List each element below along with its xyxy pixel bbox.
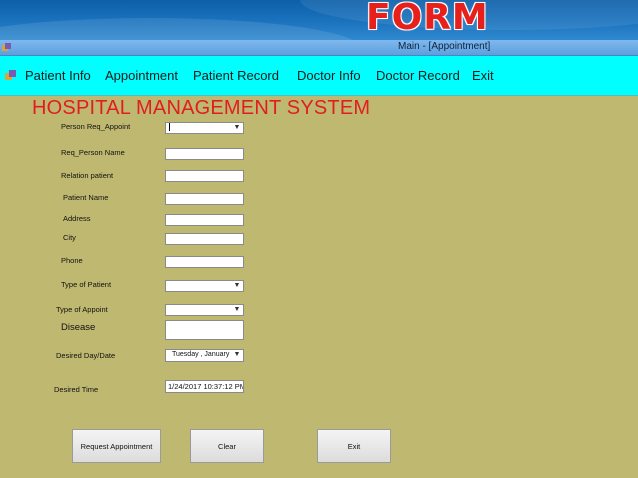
person-req-select[interactable]: ▼ [165,122,244,134]
slide-banner: FORM [0,0,638,40]
phone-label: Phone [61,256,83,265]
window-titlebar[interactable]: Main - [Appointment] [0,40,638,56]
type-of-appoint-label: Type of Appoint [56,305,108,314]
type-of-patient-label: Type of Patient [61,280,112,289]
patient-name-label: Patient Name [63,193,109,202]
req-person-name-label: Req_Person Name [61,148,125,157]
desired-day-picker[interactable]: Tuesday , January ▼ [165,349,244,362]
address-field[interactable] [165,214,244,226]
desired-day-label: Desired Day/Date [56,351,116,360]
patient-name-field[interactable] [165,193,244,205]
type-of-appoint-select[interactable]: ▼ [165,304,244,316]
mdi-child-icon[interactable] [4,69,18,83]
city-label: City [63,233,76,242]
chevron-down-icon[interactable]: ▼ [232,305,242,315]
desired-time-field[interactable]: 1/24/2017 10:37:12 PM [165,380,244,393]
desired-time-label: Desired Time [54,385,99,394]
chevron-down-icon[interactable]: ▼ [232,350,242,360]
req-person-name-field[interactable] [165,148,244,160]
request-appointment-button[interactable]: Request Appointment [72,429,161,463]
window-title: Main - [Appointment] [398,41,491,52]
menu-item-appointment[interactable]: Appointment [105,68,178,83]
menu-item-patient-info[interactable]: Patient Info [25,68,91,83]
menu-item-doctor-info[interactable]: Doctor Info [297,68,361,83]
menu-item-doctor-record[interactable]: Doctor Record [376,68,460,83]
menu-bar: Patient Info Appointment Patient Record … [0,56,638,96]
app-icon [2,43,11,51]
menu-item-exit[interactable]: Exit [472,68,494,83]
chevron-down-icon[interactable]: ▼ [232,123,242,133]
relation-patient-label: Relation patient [61,171,114,180]
type-of-patient-select[interactable]: ▼ [165,280,244,292]
text-caret [169,123,170,132]
city-field[interactable] [165,233,244,245]
desired-day-value: Tuesday , January [172,351,230,358]
banner-swoosh [0,18,360,40]
address-label: Address [63,214,91,223]
person-req-label: Person Req_Appoint [61,122,131,131]
clear-button[interactable]: Clear [190,429,264,463]
phone-field[interactable] [165,256,244,268]
relation-patient-field[interactable] [165,170,244,182]
page-title: HOSPITAL MANAGEMENT SYSTEM [32,97,371,119]
disease-field[interactable] [165,320,244,340]
disease-label: Disease [61,322,96,333]
banner-title: FORM [366,0,489,38]
exit-button[interactable]: Exit [317,429,391,463]
chevron-down-icon[interactable]: ▼ [232,281,242,291]
menu-item-patient-record[interactable]: Patient Record [193,68,279,83]
